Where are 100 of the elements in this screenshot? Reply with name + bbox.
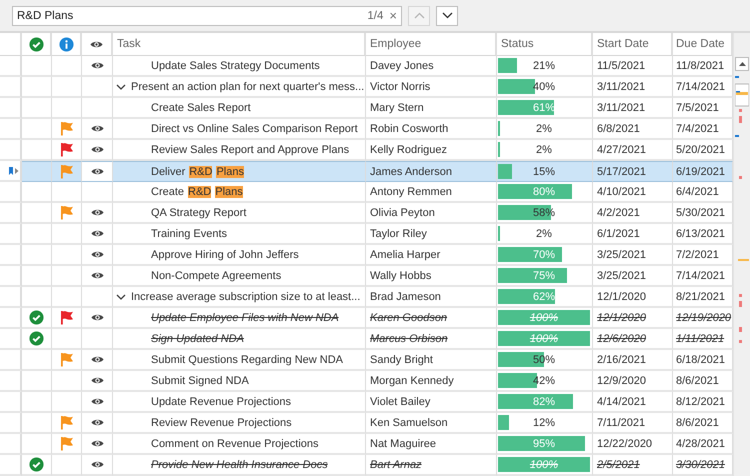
progress-percent: 2% [536,122,552,134]
eye-icon [90,271,104,280]
focused-row-indicator-icon [9,166,19,174]
progress-percent: 80% [532,186,556,198]
employee-name: Bart Arnaz [366,455,497,476]
eye-icon [90,313,104,322]
employee-name: Victor Norris [366,77,497,98]
task-name: Update Employee Files with New NDA [113,308,366,329]
column-header[interactable]: Task [113,33,366,56]
start-date: 11/5/2021 [593,56,673,77]
column-header[interactable]: Start Date [593,33,673,56]
start-date: 7/11/2021 [593,413,673,434]
table-row[interactable]: Update Revenue Projections Violet Bailey 82% 4/14/2021 8/12/2021 [0,392,733,413]
check-circle-icon [28,36,44,52]
task-name: Submit Questions Regarding New NDA [113,350,366,371]
task-name: Update Revenue Projections [113,392,366,413]
task-name: Comment on Revenue Projections [113,434,366,455]
scroll-up-button[interactable] [735,57,749,71]
eye-icon [90,355,104,364]
eye-icon [90,376,104,385]
employee-name: Violet Bailey [366,392,497,413]
start-date: 12/22/2020 [593,434,673,455]
table-row[interactable]: Deliver R&D Plans James Anderson 15% 5/17/2021 6/19/2021 [0,161,733,182]
employee-name: Mary Stern [366,98,497,119]
column-header[interactable]: Employee [366,33,497,56]
eye-icon [90,250,104,259]
chevron-down-icon [442,12,452,19]
due-date: 6/19/2021 [673,161,733,182]
eye-icon [90,61,104,70]
start-date: 2/16/2021 [593,350,673,371]
eye-icon [90,439,104,448]
start-date: 4/10/2021 [593,182,673,203]
group-task-name: Present an action plan for next quarter's mess... [131,80,364,92]
start-date: 3/25/2021 [593,245,673,266]
start-date: 6/8/2021 [593,119,673,140]
check-circle-icon [29,331,44,346]
next-match-button[interactable] [436,6,458,26]
table-row[interactable]: Increase average subscription size to at least... Brad Jameson 62% 12/1/2020 8/21/2021 [0,287,733,308]
progress-percent: 82% [532,396,556,408]
table-row[interactable]: Comment on Revenue Projections Nat Maguiree 95% 12/22/2020 4/28/2021 [0,434,733,455]
employee-name: James Anderson [366,161,497,182]
employee-name: Antony Remmen [366,182,497,203]
employee-name: Karen Goodson [366,308,497,329]
employee-name: Morgan Kennedy [366,371,497,392]
eye-icon [90,40,103,48]
task-name: Update Sales Strategy Documents [113,56,366,77]
table-row[interactable]: Review Revenue Projections Ken Samuelson 12% 7/11/2021 8/6/2021 [0,413,733,434]
start-date: 2/5/2021 [593,455,673,476]
progress-percent: 70% [532,248,556,260]
task-name: Create Sales Report [113,98,366,119]
task-name: Sign Updated NDA [113,329,366,350]
progress-percent: 61% [532,102,556,114]
table-row[interactable]: Create Sales Report Mary Stern 61% 3/11/2021 7/5/2021 [0,98,733,119]
start-date: 5/17/2021 [593,161,673,182]
task-name: Training Events [113,224,366,245]
employee-name: Taylor Riley [366,224,497,245]
table-row[interactable]: Training Events Taylor Riley 2% 6/1/2021 6/13/2021 [0,224,733,245]
table-row[interactable]: Update Sales Strategy Documents Davey Jones 21% 11/5/2021 11/8/2021 [0,56,733,77]
employee-name: Marcus Orbison [366,329,497,350]
scrollbar[interactable] [733,33,750,476]
employee-name: Robin Cosworth [366,119,497,140]
check-circle-icon [29,310,44,325]
eye-icon [90,418,104,427]
search-field[interactable]: R&D Plans 1/4 × [12,6,402,26]
task-name: Create R&D Plans [113,182,366,203]
eye-icon [90,124,104,133]
employee-name: Nat Maguiree [366,434,497,455]
progress-percent: 100% [530,312,558,324]
start-date: 3/25/2021 [593,266,673,287]
chevron-down-icon[interactable] [116,292,126,302]
progress-percent: 62% [532,290,556,302]
table-row[interactable]: Non-Compete Agreements Wally Hobbs 75% 3/25/2021 7/14/2021 [0,266,733,287]
task-name: Deliver R&D Plans [113,161,366,182]
start-date: 12/1/2020 [593,287,673,308]
table-row[interactable]: Update Employee Files with New NDA Karen Goodson 100% 12/1/2020 12/19/2020 [0,308,733,329]
table-row[interactable]: Sign Updated NDA Marcus Orbison 100% 12/6/2020 1/11/2021 [0,329,733,350]
task-name: Review Revenue Projections [113,413,366,434]
info-icon [58,36,74,52]
progress-percent: 100% [530,458,558,470]
start-date: 4/2/2021 [593,203,673,224]
progress-percent: 2% [536,144,552,156]
table-row[interactable]: Provide New Health Insurance Docs Bart Arnaz 100% 2/5/2021 3/30/2021 [0,455,733,476]
progress-percent: 95% [532,438,556,450]
eye-icon [90,229,104,238]
eye-icon [90,167,104,176]
table-row[interactable]: Direct vs Online Sales Comparison Report Robin Cosworth 2% 6/8/2021 7/4/2021 [0,119,733,140]
progress-percent: 100% [530,332,558,344]
column-header[interactable]: Status [497,33,593,56]
task-name: Provide New Health Insurance Docs [113,455,366,476]
table-row[interactable]: Approve Hiring of John Jeffers Amelia Harper 70% 3/25/2021 7/2/2021 [0,245,733,266]
check-circle-icon [29,457,44,472]
chevron-down-icon[interactable] [116,82,126,92]
progress-percent: 2% [536,228,552,240]
clear-button[interactable]: × [389,8,397,23]
progress-percent: 12% [532,416,556,428]
task-name: Direct vs Online Sales Comparison Report [113,119,366,140]
start-date: 12/6/2020 [593,329,673,350]
task-name: Approve Hiring of John Jeffers [113,245,366,266]
progress-percent: 15% [532,166,556,178]
table-row[interactable]: Create R&D Plans Antony Remmen 80% 4/10/2021 6/4/2021 [0,182,733,203]
